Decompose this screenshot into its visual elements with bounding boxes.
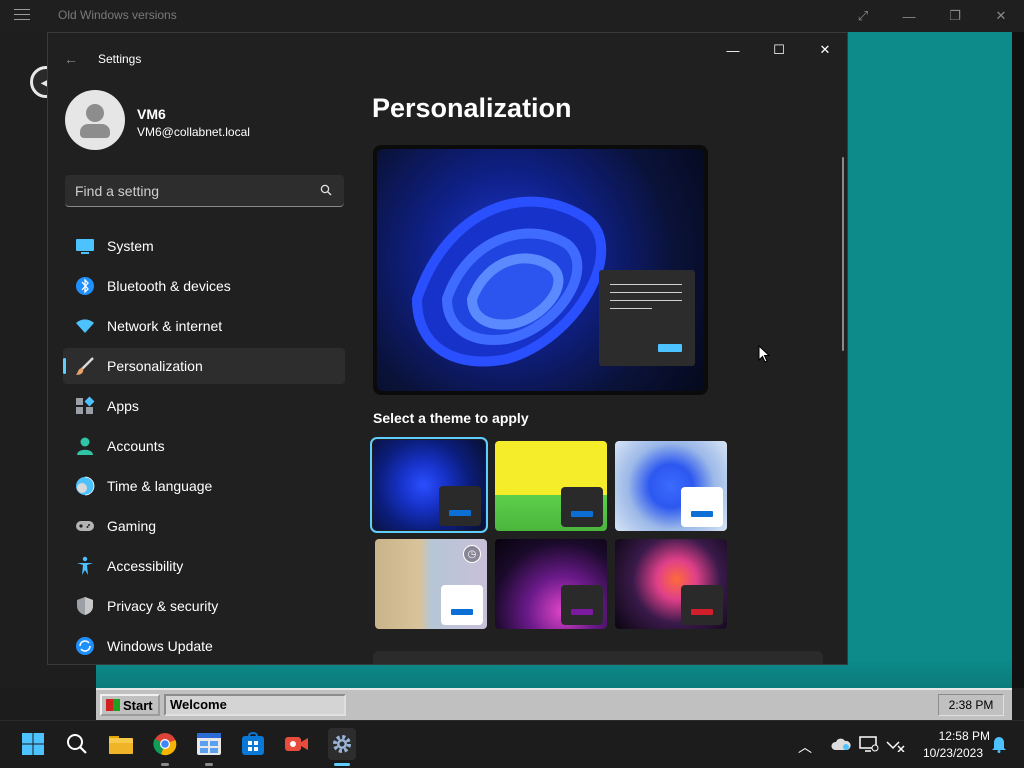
apps-icon [75, 396, 95, 416]
chrome-icon[interactable] [152, 731, 178, 757]
settings-title: Settings [98, 52, 142, 66]
settings-app-icon[interactable] [328, 728, 356, 760]
theme-windows-95-classic[interactable] [495, 441, 607, 531]
accessibility-icon [75, 556, 95, 576]
sidebar-item-label: Bluetooth & devices [107, 278, 231, 294]
settings-window: ← Settings — ☐ ✕ VM6 VM6@collabnet.local… [47, 32, 848, 665]
sidebar-item-accessibility[interactable]: Accessibility [63, 548, 345, 584]
sidebar-item-network-internet[interactable]: Network & internet [63, 308, 345, 344]
host-minimize-button[interactable]: — [886, 0, 932, 32]
gamepad-icon [75, 516, 95, 536]
sidebar-item-label: Apps [107, 398, 139, 414]
sidebar-item-windows-update[interactable]: Windows Update [63, 628, 345, 664]
scrollbar[interactable] [842, 157, 844, 351]
wifi-icon [75, 316, 95, 336]
theme-section-heading: Select a theme to apply [373, 410, 529, 426]
sidebar-item-system[interactable]: System [63, 228, 345, 264]
sidebar-item-label: Time & language [107, 478, 213, 494]
search-icon [320, 184, 332, 196]
mouse-cursor-icon [758, 345, 770, 363]
brush-icon [75, 356, 95, 376]
taskbar: ︿ 12:58 PM 10/23/2023 [0, 720, 1024, 768]
preview-dialog [599, 270, 695, 366]
minimize-button[interactable]: — [710, 35, 756, 65]
sidebar-item-privacy-security[interactable]: Privacy & security [63, 588, 345, 624]
theme-captured-motion[interactable] [495, 539, 607, 629]
sidebar-item-label: System [107, 238, 154, 254]
desktop-wallpaper [822, 32, 1012, 688]
sidebar-item-label: Privacy & security [107, 598, 219, 614]
settings-nav: System Bluetooth & devices Network & inter… [63, 228, 345, 664]
legacy-clock: 2:38 PM [938, 694, 1004, 716]
host-window-title: Old Windows versions [58, 8, 177, 22]
network-disconnected-icon[interactable] [882, 731, 908, 757]
back-arrow-icon[interactable]: ← [64, 51, 78, 67]
taskbar-time[interactable]: 12:58 PM [910, 729, 990, 743]
taskbar-date[interactable]: 10/23/2023 [910, 746, 983, 760]
legacy-taskbar: Start Welcome 2:38 PM [96, 688, 1012, 720]
system-icon [75, 236, 95, 256]
start-icon[interactable] [20, 731, 46, 757]
sidebar-item-label: Network & internet [107, 318, 223, 334]
onedrive-icon[interactable] [828, 731, 854, 757]
sidebar-item-label: Windows Update [107, 638, 213, 654]
widgets-icon[interactable] [196, 731, 222, 757]
bluetooth-icon [75, 276, 95, 296]
search-icon[interactable] [64, 731, 90, 757]
sidebar-item-label: Accounts [107, 438, 165, 454]
theme-windows-light[interactable] [615, 441, 727, 531]
accounts-icon [75, 436, 95, 456]
fullscreen-button[interactable]: ⤢ [840, 0, 886, 32]
avatar[interactable] [65, 90, 125, 150]
settings-card[interactable] [373, 651, 823, 664]
legacy-task-welcome[interactable]: Welcome [164, 694, 346, 716]
theme-flow[interactable] [615, 539, 727, 629]
close-button[interactable]: ✕ [802, 35, 847, 65]
sidebar-item-label: Personalization [107, 358, 203, 374]
windows-flag-icon [106, 699, 120, 711]
sidebar-item-personalization[interactable]: Personalization [63, 348, 345, 384]
user-name: VM6 [137, 106, 166, 122]
shield-icon [75, 596, 95, 616]
sidebar-item-time-language[interactable]: Time & language [63, 468, 345, 504]
store-icon[interactable] [240, 731, 266, 757]
search-input[interactable]: Find a setting [65, 175, 344, 207]
user-email: VM6@collabnet.local [137, 125, 250, 139]
notification-bell-icon[interactable] [986, 731, 1012, 757]
globe-icon [75, 476, 95, 496]
dynamic-theme-badge-icon: ◷ [463, 545, 481, 563]
sidebar-item-gaming[interactable]: Gaming [63, 508, 345, 544]
page-title: Personalization [372, 93, 572, 123]
maximize-button[interactable]: ☐ [756, 35, 802, 65]
sidebar-item-bluetooth-devices[interactable]: Bluetooth & devices [63, 268, 345, 304]
host-titlebar: Old Windows versions ⤢ — ❐ ✕ [0, 0, 1024, 32]
camera-icon[interactable] [284, 731, 310, 757]
sidebar-item-label: Accessibility [107, 558, 184, 574]
theme-preview [373, 145, 708, 395]
sidebar-item-apps[interactable]: Apps [63, 388, 345, 424]
host-restore-button[interactable]: ❐ [932, 0, 978, 32]
search-placeholder: Find a setting [75, 183, 160, 199]
legacy-start-button[interactable]: Start [100, 694, 160, 716]
theme-windows-dark[interactable] [370, 437, 488, 533]
update-icon [75, 636, 95, 656]
file-explorer-icon[interactable] [108, 731, 134, 757]
hamburger-menu-icon[interactable] [14, 9, 30, 23]
sidebar-item-label: Gaming [107, 518, 157, 534]
display-icon[interactable] [856, 731, 882, 757]
host-close-button[interactable]: ✕ [978, 0, 1024, 32]
theme-glow[interactable]: ◷ [375, 539, 487, 629]
sidebar-item-accounts[interactable]: Accounts [63, 428, 345, 464]
chevron-up-icon[interactable]: ︿ [798, 737, 812, 757]
